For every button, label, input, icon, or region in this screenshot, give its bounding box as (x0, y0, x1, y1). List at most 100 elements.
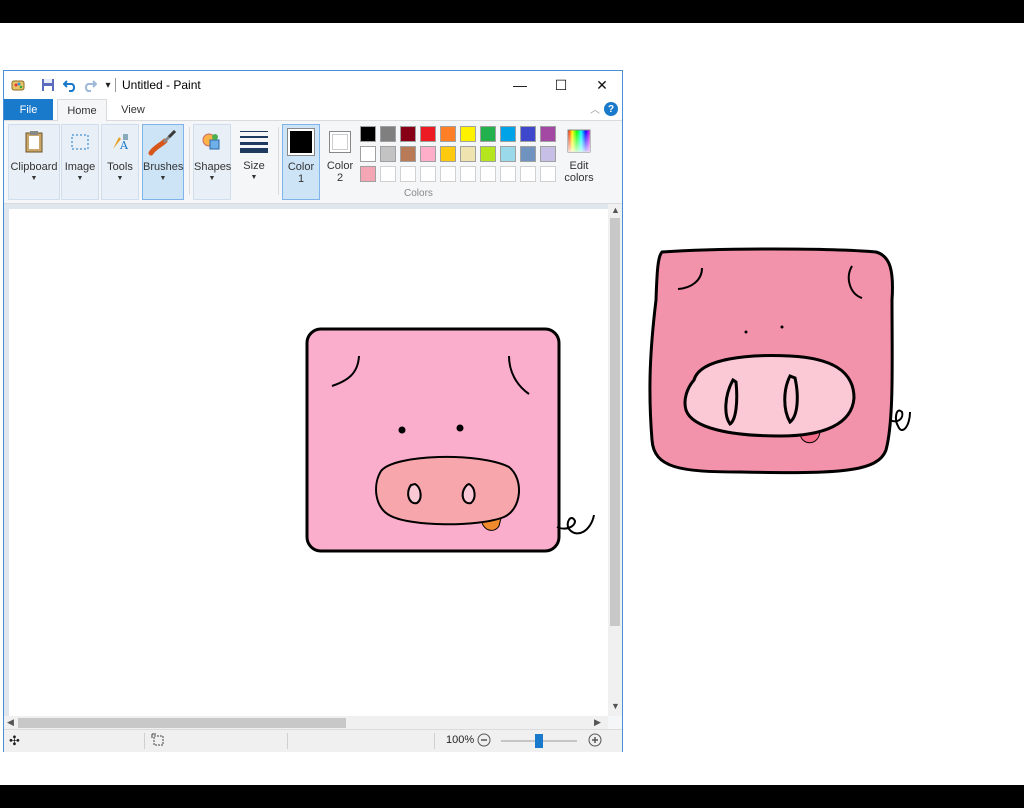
top-black-bar (0, 0, 1024, 23)
pig-tail-canvas (556, 514, 595, 535)
palette-swatch-empty[interactable] (540, 166, 556, 182)
palette-swatch[interactable] (360, 126, 376, 142)
ribbon-divider (278, 127, 279, 195)
vertical-scrollbar[interactable]: ▲ ▼ (608, 204, 622, 716)
palette-swatch[interactable] (400, 126, 416, 142)
scroll-left-icon[interactable]: ◀ (7, 717, 14, 728)
palette-swatch[interactable] (440, 146, 456, 162)
color2-swatch (332, 134, 348, 150)
zoom-slider-track[interactable] (501, 734, 577, 748)
brushes-button[interactable]: Brushes ▼ (142, 124, 184, 200)
ribbon-divider (189, 127, 190, 195)
drawing-canvas[interactable] (9, 209, 609, 716)
horizontal-scrollbar[interactable]: ◀ ▶ (4, 716, 608, 730)
close-button[interactable]: ✕ (582, 71, 622, 99)
chevron-down-icon: ▼ (30, 175, 38, 182)
palette-swatch-empty[interactable] (460, 166, 476, 182)
palette-swatch[interactable] (520, 126, 536, 142)
edit-colors-button[interactable]: Edit colors (559, 124, 599, 200)
tab-view[interactable]: View (112, 99, 154, 120)
palette-swatch[interactable] (520, 146, 536, 162)
palette-swatch[interactable] (480, 126, 496, 142)
palette-swatch-empty[interactable] (480, 166, 496, 182)
zoom-out-icon[interactable] (477, 733, 491, 750)
pig-left-eye-right (744, 330, 748, 334)
image-button[interactable]: Image ▼ (61, 124, 99, 200)
save-icon[interactable] (40, 77, 56, 93)
color1-button[interactable]: Color 1 (282, 124, 320, 200)
collapse-ribbon-icon[interactable]: ︿ (590, 101, 600, 116)
color2-label-line1: Color (326, 160, 354, 172)
palette-swatch-empty[interactable] (520, 166, 536, 182)
size-icon (239, 128, 269, 154)
palette-swatch[interactable] (540, 126, 556, 142)
ribbon: Clipboard ▼ Image ▼ A Tools ▼ Brushes ▼ (4, 121, 622, 204)
palette-swatch[interactable] (400, 146, 416, 162)
palette-swatch[interactable] (500, 126, 516, 142)
brush-icon (147, 127, 179, 157)
pig-right-nostril-canvas (461, 482, 476, 505)
scroll-up-icon[interactable]: ▲ (611, 205, 620, 215)
palette-swatch[interactable] (420, 146, 436, 162)
svg-text:A: A (119, 139, 129, 152)
palette-swatch-empty[interactable] (420, 166, 436, 182)
palette-swatch-empty[interactable] (440, 166, 456, 182)
chevron-down-icon: ▼ (250, 174, 258, 181)
bottom-black-bar (0, 785, 1024, 808)
redo-icon[interactable] (82, 77, 98, 93)
palette-swatch[interactable] (440, 126, 456, 142)
palette-swatch[interactable] (360, 146, 376, 162)
palette-swatch-empty[interactable] (400, 166, 416, 182)
pig-left-nostril-canvas (407, 482, 422, 505)
clipboard-button[interactable]: Clipboard ▼ (8, 124, 60, 200)
window-title: Untitled - Paint (122, 78, 201, 92)
shapes-label: Shapes (194, 161, 232, 173)
tab-home[interactable]: Home (57, 99, 107, 121)
color2-button[interactable]: Color 2 (322, 124, 358, 200)
maximize-button[interactable]: ☐ (541, 71, 581, 99)
palette-swatch-empty[interactable] (500, 166, 516, 182)
pig-left-eye-canvas (398, 426, 406, 434)
pig-right-nostril-right (783, 374, 799, 425)
paint-window: ▾ Untitled - Paint — ☐ ✕ File Home View … (3, 70, 623, 752)
scroll-down-icon[interactable]: ▼ (611, 701, 620, 711)
palette-swatch[interactable] (460, 126, 476, 142)
palette-swatch[interactable] (540, 146, 556, 162)
clipboard-label: Clipboard (10, 161, 58, 173)
customize-dropdown-icon[interactable]: ▾ (100, 77, 116, 93)
size-button[interactable]: Size ▼ (235, 124, 273, 200)
paint-app-icon[interactable] (10, 77, 26, 93)
palette-swatch[interactable] (500, 146, 516, 162)
help-icon[interactable]: ? (604, 102, 618, 116)
chevron-down-icon: ▼ (208, 175, 216, 182)
palette-swatch[interactable] (360, 166, 376, 182)
palette-swatch[interactable] (380, 146, 396, 162)
palette-swatch[interactable] (480, 146, 496, 162)
zoom-slider-thumb[interactable] (535, 734, 543, 748)
edit-colors-line1: Edit (569, 160, 589, 172)
cursor-position-icon: ✣ (9, 733, 20, 748)
status-bar: ✣ 100% (4, 729, 622, 752)
scroll-right-icon[interactable]: ▶ (594, 717, 601, 728)
vertical-scroll-thumb[interactable] (610, 218, 620, 626)
file-tab[interactable]: File (4, 99, 53, 120)
chevron-down-icon: ▼ (159, 175, 167, 182)
status-separator (287, 733, 288, 749)
tools-button[interactable]: A Tools ▼ (101, 124, 139, 200)
pig-tail-right (889, 409, 911, 431)
pig-drawing-right (640, 240, 930, 490)
palette-swatch[interactable] (460, 146, 476, 162)
shapes-icon (199, 129, 225, 155)
zoom-in-icon[interactable] (588, 733, 602, 750)
image-label: Image (64, 161, 96, 173)
undo-icon[interactable] (62, 77, 78, 93)
palette-swatch[interactable] (380, 126, 396, 142)
horizontal-scroll-thumb[interactable] (18, 718, 346, 728)
palette-swatch[interactable] (420, 126, 436, 142)
brushes-label: Brushes (143, 161, 184, 173)
size-label: Size (243, 160, 265, 172)
minimize-button[interactable]: — (500, 71, 540, 99)
palette-swatch-empty[interactable] (380, 166, 396, 182)
title-bar: ▾ Untitled - Paint — ☐ ✕ (4, 71, 622, 99)
shapes-button[interactable]: Shapes ▼ (193, 124, 231, 200)
